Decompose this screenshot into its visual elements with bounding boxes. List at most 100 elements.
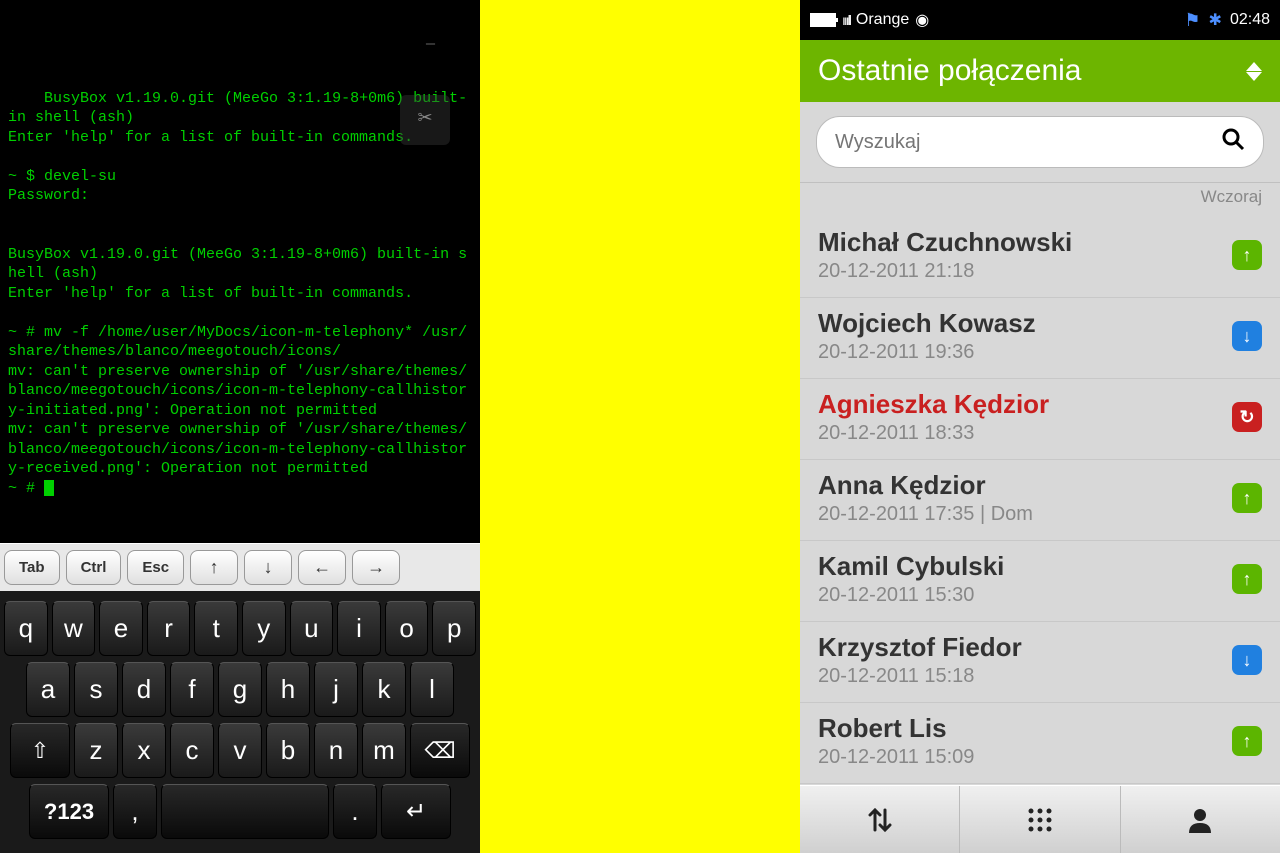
key-u[interactable]: u <box>290 601 334 656</box>
call-name: Michał Czuchnowski <box>818 227 1232 258</box>
call-name: Krzysztof Fiedor <box>818 632 1232 663</box>
key-a[interactable]: a <box>26 662 70 717</box>
battery-icon <box>810 13 836 27</box>
shift-key[interactable]: ⇧ <box>10 723 70 778</box>
key-f[interactable]: f <box>170 662 214 717</box>
search-icon[interactable] <box>1221 127 1245 157</box>
call-name: Wojciech Kowasz <box>818 308 1232 339</box>
call-direction-icon: ↑ <box>1232 726 1262 756</box>
drag-handle-icon: — <box>426 35 435 55</box>
call-info: Michał Czuchnowski 20-12-2011 21:18 <box>818 227 1232 283</box>
search-box[interactable] <box>816 116 1264 168</box>
call-time: 20-12-2011 17:35 | Dom <box>818 503 1232 526</box>
call-item[interactable]: Anna Kędzior 20-12-2011 17:35 | Dom ↑ <box>800 460 1280 541</box>
contacts-tab[interactable] <box>1121 786 1280 853</box>
notification-flag-icon: ⚑ <box>1184 10 1200 31</box>
esc-key[interactable]: Esc <box>127 550 184 585</box>
tab-key[interactable]: Tab <box>4 550 60 585</box>
key-i[interactable]: i <box>337 601 381 656</box>
cursor <box>44 480 54 496</box>
left-arrow-key[interactable]: ← <box>298 550 346 585</box>
key-w[interactable]: w <box>52 601 96 656</box>
call-info: Kamil Cybulski 20-12-2011 15:30 <box>818 551 1232 607</box>
key-k[interactable]: k <box>362 662 406 717</box>
key-n[interactable]: n <box>314 723 358 778</box>
call-direction-icon: ↓ <box>1232 645 1262 675</box>
call-direction-icon: ↑ <box>1232 240 1262 270</box>
call-direction-icon: ↻ <box>1232 402 1262 432</box>
phone-panel: ıııll Orange ◉ ⚑ ✱ 02:48 Ostatnie połącz… <box>800 0 1280 853</box>
call-name: Anna Kędzior <box>818 470 1232 501</box>
symbols-key[interactable]: ?123 <box>29 784 109 839</box>
call-direction-icon: ↓ <box>1232 321 1262 351</box>
key-y[interactable]: y <box>242 601 286 656</box>
call-item[interactable]: Michał Czuchnowski 20-12-2011 21:18 ↑ <box>800 217 1280 298</box>
key-r[interactable]: r <box>147 601 191 656</box>
call-item[interactable]: Krzysztof Fiedor 20-12-2011 15:18 ↓ <box>800 622 1280 703</box>
recent-calls-tab[interactable] <box>800 786 960 853</box>
status-bar: ıııll Orange ◉ ⚑ ✱ 02:48 <box>800 0 1280 40</box>
page-header[interactable]: Ostatnie połączenia <box>800 40 1280 102</box>
enter-key[interactable]: ↵ <box>381 784 451 839</box>
comma-key[interactable]: , <box>113 784 157 839</box>
space-key[interactable] <box>161 784 329 839</box>
call-item[interactable]: Agnieszka Kędzior 20-12-2011 18:33 ↻ <box>800 379 1280 460</box>
key-d[interactable]: d <box>122 662 166 717</box>
dot-key[interactable]: . <box>333 784 377 839</box>
bluetooth-icon: ✱ <box>1209 10 1222 30</box>
search-input[interactable] <box>835 131 1221 154</box>
key-z[interactable]: z <box>74 723 118 778</box>
key-l[interactable]: l <box>410 662 454 717</box>
key-h[interactable]: h <box>266 662 310 717</box>
key-e[interactable]: e <box>99 601 143 656</box>
key-m[interactable]: m <box>362 723 406 778</box>
call-time: 20-12-2011 15:18 <box>818 665 1232 688</box>
right-arrow-key[interactable]: → <box>352 550 400 585</box>
bottom-nav <box>800 785 1280 853</box>
clock-label: 02:48 <box>1230 11 1270 29</box>
call-direction-icon: ↑ <box>1232 564 1262 594</box>
key-s[interactable]: s <box>74 662 118 717</box>
key-b[interactable]: b <box>266 723 310 778</box>
page-title: Ostatnie połączenia <box>818 54 1082 88</box>
key-c[interactable]: c <box>170 723 214 778</box>
call-time: 20-12-2011 18:33 <box>818 422 1232 445</box>
backspace-key[interactable]: ⌫ <box>410 723 470 778</box>
key-v[interactable]: v <box>218 723 262 778</box>
key-j[interactable]: j <box>314 662 358 717</box>
terminal-output[interactable]: — ✂ BusyBox v1.19.0.git (MeeGo 3:1.19-8+… <box>0 0 480 543</box>
terminal-toolbar: Tab Ctrl Esc ↑ ↓ ← → <box>0 543 480 591</box>
divider <box>480 0 800 853</box>
key-p[interactable]: p <box>432 601 476 656</box>
section-label: Wczoraj <box>800 183 1280 217</box>
carrier-label: Orange <box>856 11 909 29</box>
wifi-icon: ◉ <box>915 10 929 30</box>
call-info: Robert Lis 20-12-2011 15:09 <box>818 713 1232 769</box>
signal-icon: ıııll <box>842 12 850 28</box>
key-x[interactable]: x <box>122 723 166 778</box>
key-g[interactable]: g <box>218 662 262 717</box>
call-item[interactable]: Kamil Cybulski 20-12-2011 15:30 ↑ <box>800 541 1280 622</box>
call-name: Kamil Cybulski <box>818 551 1232 582</box>
call-time: 20-12-2011 19:36 <box>818 341 1232 364</box>
call-item[interactable]: Robert Lis 20-12-2011 15:09 ↑ <box>800 703 1280 784</box>
sort-toggle-icon[interactable] <box>1246 62 1262 81</box>
ctrl-key[interactable]: Ctrl <box>66 550 122 585</box>
dialpad-tab[interactable] <box>960 786 1120 853</box>
call-item[interactable]: Wojciech Kowasz 20-12-2011 19:36 ↓ <box>800 298 1280 379</box>
call-name: Robert Lis <box>818 713 1232 744</box>
call-info: Wojciech Kowasz 20-12-2011 19:36 <box>818 308 1232 364</box>
key-q[interactable]: q <box>4 601 48 656</box>
up-arrow-key[interactable]: ↑ <box>190 550 238 585</box>
virtual-keyboard: qwertyuiop asdfghjkl ⇧zxcvbnm⌫ ?123 , . … <box>0 591 480 853</box>
cut-icon[interactable]: ✂ <box>400 95 450 145</box>
call-list[interactable]: Michał Czuchnowski 20-12-2011 21:18 ↑ Wo… <box>800 217 1280 785</box>
key-t[interactable]: t <box>194 601 238 656</box>
down-arrow-key[interactable]: ↓ <box>244 550 292 585</box>
search-container <box>800 102 1280 183</box>
call-name: Agnieszka Kędzior <box>818 389 1232 420</box>
call-direction-icon: ↑ <box>1232 483 1262 513</box>
key-o[interactable]: o <box>385 601 429 656</box>
call-time: 20-12-2011 15:30 <box>818 584 1232 607</box>
call-info: Krzysztof Fiedor 20-12-2011 15:18 <box>818 632 1232 688</box>
